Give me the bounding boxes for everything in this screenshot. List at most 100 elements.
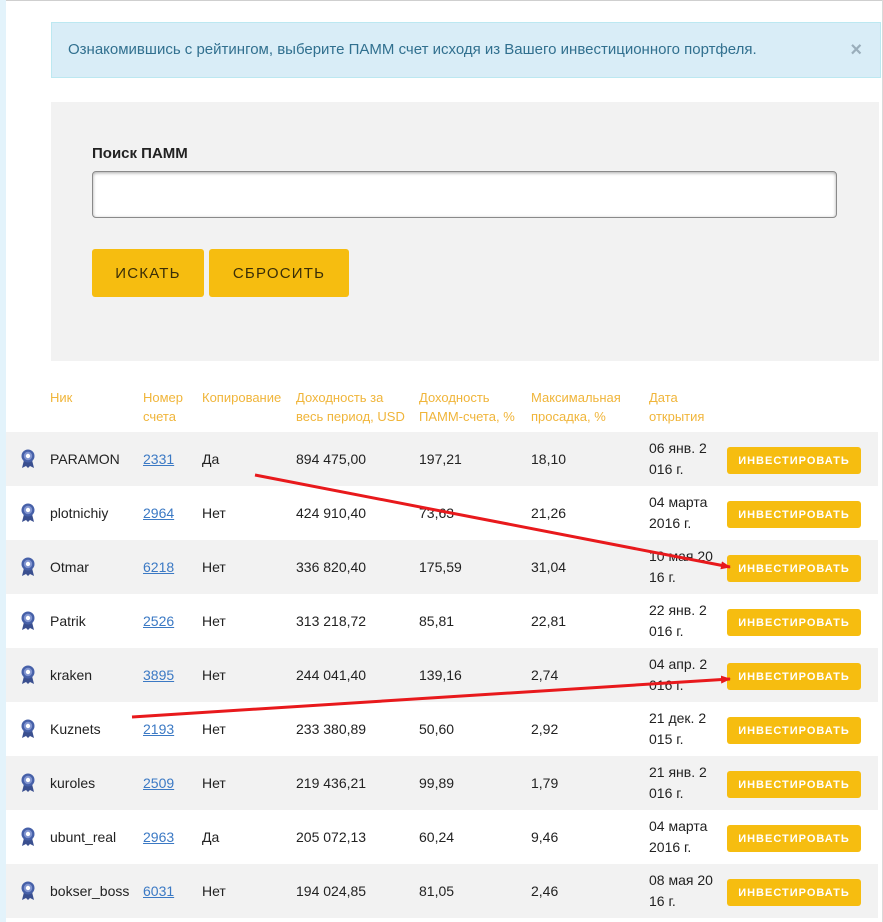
cell-nick: PARAMON xyxy=(50,451,120,467)
account-link[interactable]: 2526 xyxy=(143,613,174,629)
account-link[interactable]: 2193 xyxy=(143,721,174,737)
cell-account: 3895 xyxy=(143,648,174,702)
cell-date: 08 мая 20 16 г. xyxy=(649,872,713,909)
invest-button[interactable]: ИНВЕСТИРОВАТЬ xyxy=(727,501,861,528)
cell-account: 2964 xyxy=(143,486,174,540)
invest-button[interactable]: ИНВЕСТИРОВАТЬ xyxy=(727,771,861,798)
cell-copy: Нет xyxy=(202,775,226,791)
cell-drawdown: 1,79 xyxy=(531,775,559,791)
alert-text: Ознакомившись с рейтингом, выберите ПАММ… xyxy=(68,41,757,58)
cell-drawdown: 9,46 xyxy=(531,829,559,845)
header-yield-pct[interactable]: Доходность ПАММ-счета, % xyxy=(419,388,527,426)
table-row: plotnichiy 2964 Нет 424 910,40 73,63 21,26 04 … xyxy=(6,486,878,540)
account-link[interactable]: 2964 xyxy=(143,505,174,521)
account-link[interactable]: 2331 xyxy=(143,451,174,467)
cell-yield-pct: 175,59 xyxy=(419,559,462,575)
cell-copy: Нет xyxy=(202,667,226,683)
cell-date: 21 дек. 2 015 г. xyxy=(649,710,707,747)
invest-button[interactable]: ИНВЕСТИРОВАТЬ xyxy=(727,663,861,690)
search-label: Поиск ПАММ xyxy=(92,145,188,162)
cell-nick: kuroles xyxy=(50,775,96,791)
cell-date: 22 янв. 2 016 г. xyxy=(649,602,707,639)
cell-date: 10 мая 20 16 г. xyxy=(649,548,713,585)
cell-drawdown: 21,26 xyxy=(531,505,567,521)
account-link[interactable]: 3895 xyxy=(143,667,174,683)
cell-copy: Да xyxy=(202,451,220,467)
table-row: ubunt_real 2963 Да 205 072,13 60,24 9,46 04 ма… xyxy=(6,810,878,864)
cell-yield-pct: 50,60 xyxy=(419,721,455,737)
table-row: Patrik 2526 Нет 313 218,72 85,81 22,81 22 янв.… xyxy=(6,594,878,648)
cell-account: 2331 xyxy=(143,432,174,486)
cell-copy: Нет xyxy=(202,613,226,629)
award-badge-icon xyxy=(20,665,36,685)
reset-button[interactable]: СБРОСИТЬ xyxy=(209,249,349,297)
cell-copy: Нет xyxy=(202,559,226,575)
cell-yield-pct: 139,16 xyxy=(419,667,462,683)
cell-nick: ubunt_real xyxy=(50,829,117,845)
account-link[interactable]: 6031 xyxy=(143,883,174,899)
award-badge-icon xyxy=(20,827,36,847)
cell-date: 04 марта 2016 г. xyxy=(649,494,708,531)
search-button[interactable]: ИСКАТЬ xyxy=(92,249,204,297)
cell-account: 2963 xyxy=(143,810,174,864)
table-row: Kuznets 2193 Нет 233 380,89 50,60 2,92 21 дек.… xyxy=(6,702,878,756)
cell-account: 6031 xyxy=(143,864,174,918)
invest-button[interactable]: ИНВЕСТИРОВАТЬ xyxy=(727,609,861,636)
header-date[interactable]: Дата открытия xyxy=(649,388,719,426)
header-drawdown[interactable]: Максимальная просадка, % xyxy=(531,388,639,426)
cell-yield-usd: 336 820,40 xyxy=(296,559,367,575)
invest-button[interactable]: ИНВЕСТИРОВАТЬ xyxy=(727,825,861,852)
header-nick[interactable]: Ник xyxy=(50,388,130,407)
cell-drawdown: 18,10 xyxy=(531,451,567,467)
cell-yield-usd: 244 041,40 xyxy=(296,667,367,683)
cell-drawdown: 2,92 xyxy=(531,721,559,737)
cell-drawdown: 2,74 xyxy=(531,667,559,683)
cell-account: 2193 xyxy=(143,702,174,756)
table-body: PARAMON 2331 Да 894 475,00 197,21 18,10 06 янв… xyxy=(6,432,878,918)
table-row: bokser_boss 6031 Нет 194 024,85 81,05 2,46 08 … xyxy=(6,864,878,918)
cell-yield-pct: 60,24 xyxy=(419,829,455,845)
award-badge-icon xyxy=(20,557,36,577)
cell-copy: Нет xyxy=(202,721,226,737)
award-badge-icon xyxy=(20,611,36,631)
header-yield-usd[interactable]: Доходность за весь период, USD xyxy=(296,388,414,426)
cell-nick: plotnichiy xyxy=(50,505,109,521)
invest-button[interactable]: ИНВЕСТИРОВАТЬ xyxy=(727,717,861,744)
cell-copy: Да xyxy=(202,829,220,845)
cell-yield-pct: 197,21 xyxy=(419,451,462,467)
invest-button[interactable]: ИНВЕСТИРОВАТЬ xyxy=(727,555,861,582)
cell-nick: Kuznets xyxy=(50,721,101,737)
invest-button[interactable]: ИНВЕСТИРОВАТЬ xyxy=(727,879,861,906)
table-row: kraken 3895 Нет 244 041,40 139,16 2,74 04 апр.… xyxy=(6,648,878,702)
table-row: Otmar 6218 Нет 336 820,40 175,59 31,04 10 мая … xyxy=(6,540,878,594)
search-input[interactable] xyxy=(92,171,837,218)
cell-date: 06 янв. 2 016 г. xyxy=(649,440,707,477)
cell-yield-pct: 81,05 xyxy=(419,883,455,899)
page: Ознакомившись с рейтингом, выберите ПАММ… xyxy=(0,0,883,922)
award-badge-icon xyxy=(20,773,36,793)
cell-date: 04 марта 2016 г. xyxy=(649,818,708,855)
table-row: PARAMON 2331 Да 894 475,00 197,21 18,10 06 янв… xyxy=(6,432,878,486)
account-link[interactable]: 2963 xyxy=(143,829,174,845)
cell-yield-usd: 894 475,00 xyxy=(296,451,367,467)
table-row: kuroles 2509 Нет 219 436,21 99,89 1,79 21 янв.… xyxy=(6,756,878,810)
cell-date: 04 апр. 2 016 г. xyxy=(649,656,708,693)
header-copy[interactable]: Копирование xyxy=(202,388,292,407)
award-badge-icon xyxy=(20,881,36,901)
award-badge-icon xyxy=(20,503,36,523)
account-link[interactable]: 2509 xyxy=(143,775,174,791)
invest-button[interactable]: ИНВЕСТИРОВАТЬ xyxy=(727,447,861,474)
table-header: Ник Номер счета Копирование Доходность з… xyxy=(6,378,878,432)
cell-yield-pct: 99,89 xyxy=(419,775,455,791)
header-account[interactable]: Номер счета xyxy=(143,388,195,426)
cell-yield-usd: 205 072,13 xyxy=(296,829,367,845)
cell-nick: Otmar xyxy=(50,559,89,575)
cell-nick: kraken xyxy=(50,667,93,683)
close-icon[interactable]: × xyxy=(850,23,862,77)
cell-account: 6218 xyxy=(143,540,174,594)
account-link[interactable]: 6218 xyxy=(143,559,174,575)
award-badge-icon xyxy=(20,449,36,469)
cell-yield-pct: 85,81 xyxy=(419,613,455,629)
cell-nick: bokser_boss xyxy=(50,883,130,899)
pamm-rating-table: Ник Номер счета Копирование Доходность з… xyxy=(6,378,878,918)
